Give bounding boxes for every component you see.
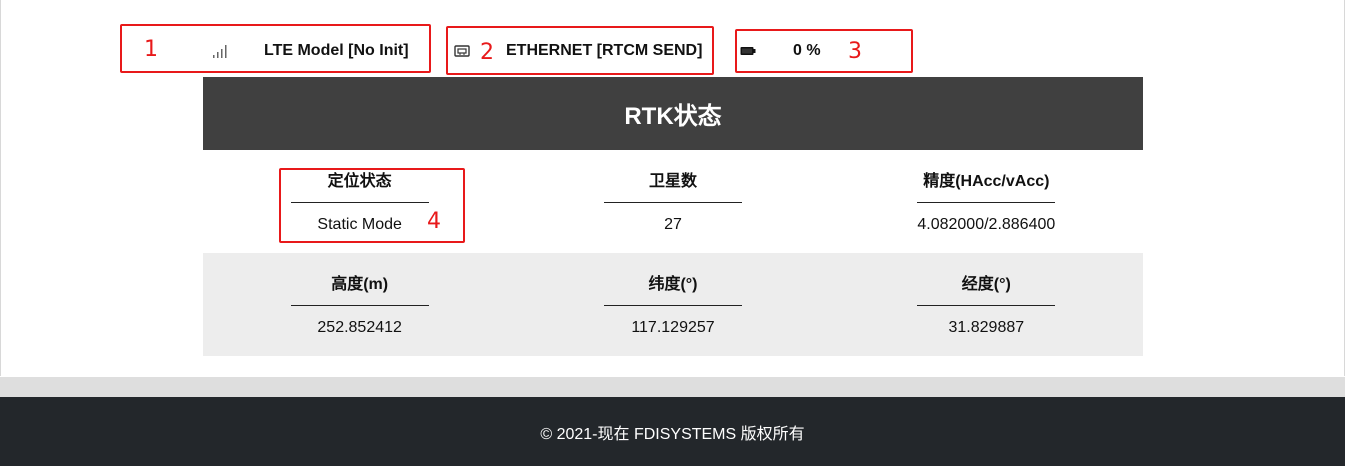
cell-value: 252.852412	[317, 319, 402, 336]
cell-divider	[603, 202, 742, 203]
annotation-number-2: 2	[480, 40, 494, 65]
annotation-box-3	[735, 29, 913, 73]
cell-title: 经度(°)	[961, 276, 1011, 293]
annotation-number-4: 4	[427, 209, 441, 234]
annotation-number-3: 3	[848, 39, 862, 64]
page-bottom-band	[0, 377, 1345, 397]
cell-title: 卫星数	[648, 173, 697, 190]
cell-value: 4.082000/2.886400	[917, 216, 1056, 233]
rtk-panel-title: RTK状态	[203, 77, 1143, 150]
rtk-row-2: 高度(m) 252.852412 纬度(°) 117.129257 经度(°) …	[203, 253, 1143, 356]
cell-divider	[917, 305, 1056, 306]
accuracy-cell: 精度(HAcc/vAcc) 4.082000/2.886400	[830, 150, 1143, 253]
cell-value: 117.129257	[631, 319, 715, 336]
cell-divider	[290, 305, 429, 306]
cell-title: 精度(HAcc/vAcc)	[923, 173, 1050, 190]
altitude-cell: 高度(m) 252.852412	[203, 253, 516, 356]
cell-divider	[603, 305, 742, 306]
annotation-box-1	[120, 24, 431, 73]
cell-divider	[917, 202, 1056, 203]
copyright-text: © 2021-现在 FDISYSTEMS 版权所有	[540, 425, 805, 443]
cell-title: 纬度(°)	[648, 276, 698, 293]
satellite-count-cell: 卫星数 27	[516, 150, 829, 253]
latitude-cell: 纬度(°) 117.129257	[516, 253, 829, 356]
cell-title: 高度(m)	[331, 276, 389, 293]
longitude-cell: 经度(°) 31.829887	[830, 253, 1143, 356]
annotation-number-1: 1	[144, 37, 158, 62]
cell-value: 27	[664, 216, 682, 233]
cell-value: 31.829887	[948, 319, 1025, 336]
footer: © 2021-现在 FDISYSTEMS 版权所有	[0, 397, 1345, 466]
